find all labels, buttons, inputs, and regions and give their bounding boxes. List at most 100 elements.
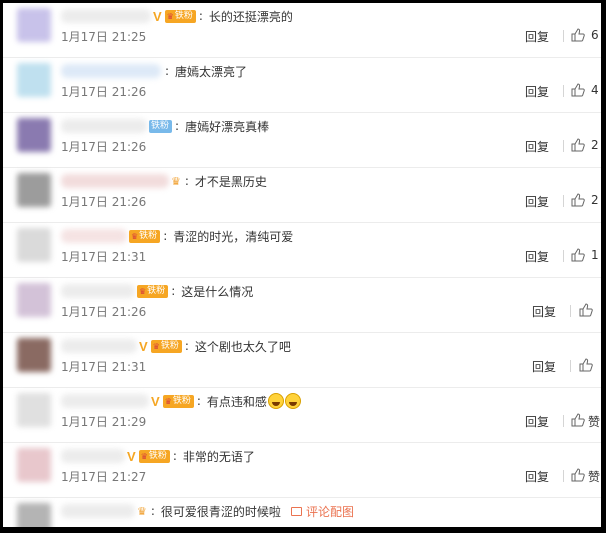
- avatar[interactable]: [17, 118, 51, 152]
- picture-icon: [290, 506, 302, 516]
- avatar[interactable]: [17, 228, 51, 262]
- comment-picture-link[interactable]: 评论配图: [290, 503, 354, 520]
- comment-text: 长的还挺漂亮的: [208, 9, 293, 24]
- username[interactable]: [61, 339, 137, 353]
- reply-button[interactable]: 回复: [525, 468, 549, 485]
- reply-button[interactable]: 回复: [532, 303, 556, 320]
- username[interactable]: [61, 394, 149, 408]
- username[interactable]: [61, 449, 125, 463]
- thumbs-up-icon[interactable]: [571, 468, 585, 482]
- avatar[interactable]: [17, 338, 51, 372]
- divider: [563, 250, 564, 262]
- comment-text: 唐嫣太漂亮了: [175, 64, 248, 79]
- crown-icon: ♛: [140, 451, 148, 461]
- comment-text: 这个剧也太久了吧: [194, 339, 291, 354]
- comment-row: ♛ : 才不是黑历史 1月17日 21:26 回复 2: [3, 168, 601, 223]
- thumbs-up-icon[interactable]: [571, 138, 585, 152]
- divider: [563, 195, 564, 207]
- fan-badge-label: 铁粉: [139, 230, 158, 241]
- crown-icon: ♛: [152, 341, 160, 351]
- username[interactable]: [61, 174, 169, 188]
- comment-time: 1月17日 21:25: [61, 30, 147, 44]
- thumbs-up-icon[interactable]: [571, 28, 585, 42]
- reply-button[interactable]: 回复: [525, 193, 549, 210]
- fan-badge-label: 铁粉: [160, 340, 179, 351]
- comment-time: 1月17日 21:31: [61, 360, 147, 374]
- crown-icon: ♛: [164, 396, 172, 406]
- comment-row: ♛ : 很可爱很青涩的时候啦 评论配图: [3, 498, 601, 527]
- laughing-emoji-icon: [284, 393, 301, 409]
- fan-badge-label: 铁粉: [148, 450, 167, 461]
- crown-icon: ♛: [137, 504, 147, 518]
- crown-icon: ♛: [166, 11, 174, 21]
- divider: [563, 415, 564, 427]
- username[interactable]: [61, 9, 151, 23]
- divider: [570, 360, 571, 372]
- verified-badge: V: [153, 8, 162, 24]
- reply-button[interactable]: 回复: [525, 248, 549, 265]
- divider: [563, 140, 564, 152]
- thumbs-up-icon[interactable]: [579, 358, 593, 372]
- reply-button[interactable]: 回复: [525, 138, 549, 155]
- fan-badge: ♛ 铁粉: [164, 9, 196, 23]
- username[interactable]: [61, 284, 135, 298]
- avatar[interactable]: [17, 393, 51, 427]
- thumbs-up-icon[interactable]: [579, 303, 593, 317]
- comment-picture-label: 评论配图: [305, 504, 354, 519]
- avatar[interactable]: [17, 8, 51, 42]
- avatar[interactable]: [17, 503, 51, 527]
- fan-badge: ♛ 铁粉: [162, 394, 194, 408]
- divider: [563, 85, 564, 97]
- like-count: 2: [591, 138, 599, 152]
- comment-row: V ♛ 铁粉 : 这个剧也太久了吧 1月17日 21:31 回复: [3, 333, 601, 388]
- thumbs-up-icon[interactable]: [571, 413, 585, 427]
- like-count: 4: [591, 83, 599, 97]
- comment-header: V ♛ 铁粉 : 非常的无语了: [127, 448, 255, 464]
- avatar[interactable]: [17, 173, 51, 207]
- crown-icon: ♛: [171, 174, 181, 188]
- reply-button[interactable]: 回复: [525, 28, 549, 45]
- fan-badge: ♛ 铁粉: [138, 449, 170, 463]
- fan-badge: 铁粉: [149, 119, 173, 133]
- comment-text: 这是什么情况: [181, 284, 254, 299]
- comment-text: 很可爱很青涩的时候啦: [160, 504, 281, 519]
- fan-badge-label: 铁粉: [172, 395, 191, 406]
- fan-badge-label: 铁粉: [174, 10, 193, 21]
- comment-time: 1月17日 21:29: [61, 415, 147, 429]
- thumbs-up-icon[interactable]: [571, 248, 585, 262]
- comment-text: 非常的无语了: [182, 449, 255, 464]
- fan-badge-label: 铁粉: [151, 120, 170, 131]
- comment-header: V ♛ 铁粉 : 长的还挺漂亮的: [153, 8, 293, 24]
- comment-row: ♛ 铁粉 : 这是什么情况 1月17日 21:26 回复: [3, 278, 601, 333]
- comment-header: : 唐嫣太漂亮了: [165, 64, 248, 79]
- verified-badge: V: [127, 448, 136, 464]
- fan-badge: ♛ 铁粉: [137, 284, 169, 298]
- comment-row: 铁粉 : 唐嫣好漂亮真棒 1月17日 21:26 回复 2: [3, 113, 601, 168]
- username[interactable]: [61, 64, 161, 78]
- avatar[interactable]: [17, 63, 51, 97]
- divider: [570, 305, 571, 317]
- comment-row: V ♛ 铁粉 : 非常的无语了 1月17日 21:27 回复 赞: [3, 443, 601, 498]
- like-count: 2: [591, 193, 599, 207]
- comment-time: 1月17日 21:26: [61, 195, 147, 209]
- thumbs-up-icon[interactable]: [571, 83, 585, 97]
- username[interactable]: [61, 119, 147, 133]
- like-count: 赞: [588, 470, 601, 484]
- reply-button[interactable]: 回复: [525, 413, 549, 430]
- comment-time: 1月17日 21:26: [61, 85, 147, 99]
- comment-header: ♛ 铁粉 : 青涩的时光，清纯可爱: [129, 229, 294, 244]
- comment-header: 铁粉 : 唐嫣好漂亮真棒: [149, 119, 270, 134]
- like-count: 赞: [588, 415, 601, 429]
- avatar[interactable]: [17, 283, 51, 317]
- username[interactable]: [61, 504, 135, 518]
- username[interactable]: [61, 229, 127, 243]
- reply-button[interactable]: 回复: [532, 358, 556, 375]
- comment-row: ♛ 铁粉 : 青涩的时光，清纯可爱 1月17日 21:31 回复 1: [3, 223, 601, 278]
- comment-time: 1月17日 21:31: [61, 250, 147, 264]
- reply-button[interactable]: 回复: [525, 83, 549, 100]
- avatar[interactable]: [17, 448, 51, 482]
- fan-badge-label: 铁粉: [147, 285, 166, 296]
- comment-row: V ♛ 铁粉 : 长的还挺漂亮的 1月17日 21:25 回复 6: [3, 3, 601, 58]
- thumbs-up-icon[interactable]: [571, 193, 585, 207]
- comment-header: ♛ 铁粉 : 这是什么情况: [137, 284, 254, 299]
